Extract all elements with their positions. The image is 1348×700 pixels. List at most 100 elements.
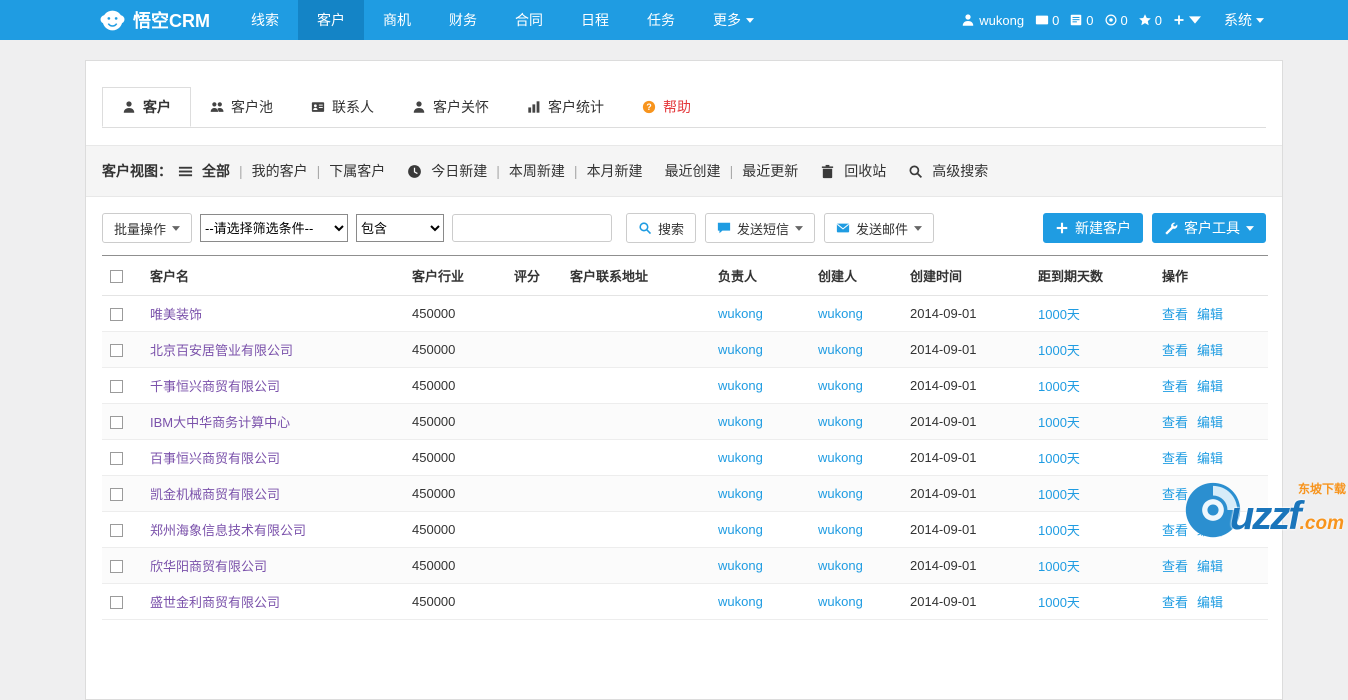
customer-name-link[interactable]: 唯美装饰 <box>150 307 202 322</box>
search-input[interactable] <box>452 214 612 242</box>
view-filter-item[interactable]: 今日新建 <box>431 161 487 181</box>
new-customer-button[interactable]: 新建客户 <box>1043 213 1143 243</box>
view-link[interactable]: 查看 <box>1162 559 1188 574</box>
customer-tools-button[interactable]: 客户工具 <box>1152 213 1266 243</box>
nav-item[interactable]: 财务 <box>430 0 496 40</box>
filter-condition-select[interactable]: --请选择筛选条件-- <box>200 214 348 242</box>
row-checkbox[interactable] <box>110 344 123 357</box>
tab-item[interactable]: 客户 <box>102 87 191 127</box>
row-checkbox[interactable] <box>110 596 123 609</box>
edit-link[interactable]: 编辑 <box>1197 595 1223 610</box>
creator-link[interactable]: wukong <box>818 306 863 321</box>
customer-name-link[interactable]: 千事恒兴商贸有限公司 <box>150 379 280 394</box>
view-link[interactable]: 查看 <box>1162 343 1188 358</box>
creator-link[interactable]: wukong <box>818 450 863 465</box>
view-filter-item[interactable]: 回收站 <box>844 161 886 181</box>
row-checkbox[interactable] <box>110 488 123 501</box>
view-filter-item[interactable]: 全部 <box>202 161 230 181</box>
system-menu[interactable]: 系统 <box>1224 10 1264 30</box>
view-filter-item[interactable]: 最近创建 <box>665 161 721 181</box>
edit-link[interactable]: 编辑 <box>1197 307 1223 322</box>
customer-name-link[interactable]: 北京百安居管业有限公司 <box>150 343 293 358</box>
send-email-button[interactable]: 发送邮件 <box>824 213 934 243</box>
view-filter-item[interactable]: 本周新建 <box>509 161 565 181</box>
match-type-select[interactable]: 包含 <box>356 214 444 242</box>
edit-link[interactable]: 编辑 <box>1197 379 1223 394</box>
nav-item[interactable]: 客户 <box>298 0 364 40</box>
row-checkbox[interactable] <box>110 452 123 465</box>
send-sms-button[interactable]: 发送短信 <box>705 213 815 243</box>
creator-link[interactable]: wukong <box>818 378 863 393</box>
brand[interactable]: 悟空CRM <box>100 0 210 40</box>
nav-item[interactable]: 更多 <box>694 0 773 40</box>
owner-link[interactable]: wukong <box>718 414 763 429</box>
days-left-link[interactable]: 1000天 <box>1038 559 1080 574</box>
days-left-link[interactable]: 1000天 <box>1038 415 1080 430</box>
days-left-link[interactable]: 1000天 <box>1038 451 1080 466</box>
owner-link[interactable]: wukong <box>718 594 763 609</box>
nav-item[interactable]: 线索 <box>232 0 298 40</box>
nav-item[interactable]: 商机 <box>364 0 430 40</box>
quick-add-button[interactable] <box>1173 14 1201 26</box>
customer-name-link[interactable]: 郑州海象信息技术有限公司 <box>150 523 306 538</box>
select-all-checkbox[interactable] <box>110 270 123 283</box>
view-link[interactable]: 查看 <box>1162 307 1188 322</box>
star-counter[interactable]: 0 <box>1138 13 1162 28</box>
view-filter-item[interactable]: 下属客户 <box>329 161 385 181</box>
target-counter[interactable]: 0 <box>1104 13 1128 28</box>
view-filter-item[interactable]: 我的客户 <box>252 161 308 181</box>
edit-link[interactable]: 编辑 <box>1197 415 1223 430</box>
owner-link[interactable]: wukong <box>718 306 763 321</box>
creator-link[interactable]: wukong <box>818 558 863 573</box>
view-link[interactable]: 查看 <box>1162 595 1188 610</box>
days-left-link[interactable]: 1000天 <box>1038 595 1080 610</box>
creator-link[interactable]: wukong <box>818 342 863 357</box>
owner-link[interactable]: wukong <box>718 378 763 393</box>
tab-item[interactable]: 客户关怀 <box>393 87 508 127</box>
mail-counter[interactable]: 0 <box>1035 13 1059 28</box>
owner-link[interactable]: wukong <box>718 558 763 573</box>
row-checkbox[interactable] <box>110 416 123 429</box>
creator-link[interactable]: wukong <box>818 486 863 501</box>
nav-item[interactable]: 日程 <box>562 0 628 40</box>
tab-item[interactable]: 客户统计 <box>508 87 623 127</box>
tab-item[interactable]: 客户池 <box>191 87 292 127</box>
search-button[interactable]: 搜索 <box>626 213 696 243</box>
owner-link[interactable]: wukong <box>718 522 763 537</box>
nav-item[interactable]: 任务 <box>628 0 694 40</box>
customer-name-link[interactable]: IBM大中华商务计算中心 <box>150 415 290 430</box>
view-filter-item[interactable]: 高级搜索 <box>932 161 988 181</box>
row-checkbox[interactable] <box>110 308 123 321</box>
days-left-link[interactable]: 1000天 <box>1038 487 1080 502</box>
view-link[interactable]: 查看 <box>1162 379 1188 394</box>
view-filter-item[interactable]: 最近更新 <box>742 161 798 181</box>
view-filter-item[interactable]: 本月新建 <box>587 161 643 181</box>
creator-link[interactable]: wukong <box>818 594 863 609</box>
edit-link[interactable]: 编辑 <box>1197 343 1223 358</box>
days-left-link[interactable]: 1000天 <box>1038 343 1080 358</box>
user-menu[interactable]: wukong <box>961 13 1024 28</box>
nav-item[interactable]: 合同 <box>496 0 562 40</box>
creator-link[interactable]: wukong <box>818 522 863 537</box>
owner-link[interactable]: wukong <box>718 450 763 465</box>
notice-counter[interactable]: 0 <box>1069 13 1093 28</box>
row-checkbox[interactable] <box>110 560 123 573</box>
owner-link[interactable]: wukong <box>718 486 763 501</box>
days-left-link[interactable]: 1000天 <box>1038 379 1080 394</box>
days-left-link[interactable]: 1000天 <box>1038 523 1080 538</box>
row-checkbox[interactable] <box>110 524 123 537</box>
row-checkbox[interactable] <box>110 380 123 393</box>
customer-name-link[interactable]: 盛世金利商贸有限公司 <box>150 595 280 610</box>
edit-link[interactable]: 编辑 <box>1197 559 1223 574</box>
customer-name-link[interactable]: 百事恒兴商贸有限公司 <box>150 451 280 466</box>
bulk-actions-button[interactable]: 批量操作 <box>102 213 192 243</box>
tab-item[interactable]: 联系人 <box>292 87 393 127</box>
creator-link[interactable]: wukong <box>818 414 863 429</box>
customer-name-link[interactable]: 欣华阳商贸有限公司 <box>150 559 267 574</box>
days-left-link[interactable]: 1000天 <box>1038 307 1080 322</box>
view-link[interactable]: 查看 <box>1162 451 1188 466</box>
tab-item[interactable]: ?帮助 <box>623 87 710 127</box>
view-link[interactable]: 查看 <box>1162 415 1188 430</box>
customer-name-link[interactable]: 凯金机械商贸有限公司 <box>150 487 280 502</box>
edit-link[interactable]: 编辑 <box>1197 451 1223 466</box>
